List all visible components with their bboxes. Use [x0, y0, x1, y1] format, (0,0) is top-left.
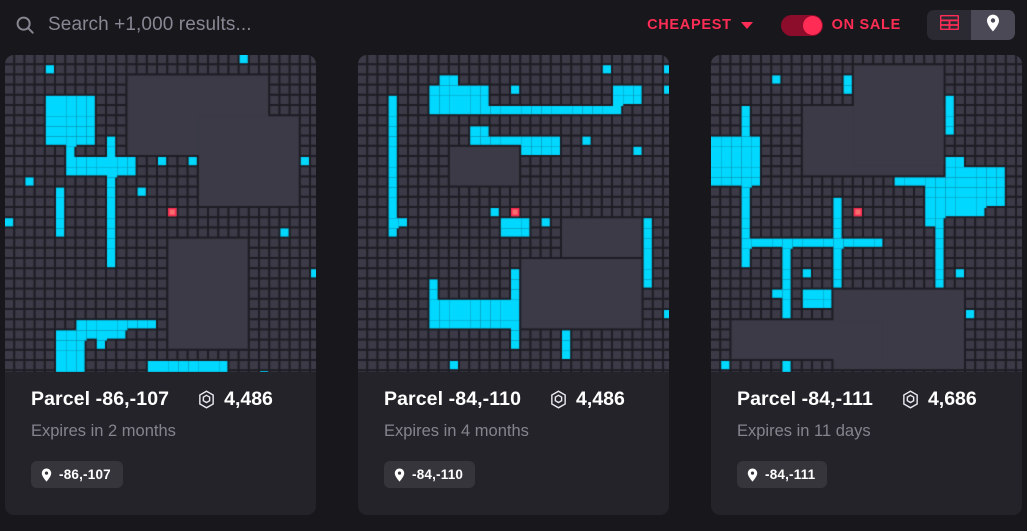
- parcel-title: Parcel -84,-110: [384, 388, 522, 410]
- parcel-price: 4,486: [549, 388, 625, 411]
- map-pin-icon: [41, 468, 52, 482]
- parcel-expiry: Expires in 4 months: [384, 422, 529, 440]
- parcel-expiry: Expires in 11 days: [737, 422, 871, 440]
- on-sale-toggle[interactable]: ON SALE: [780, 14, 901, 36]
- mana-icon: [549, 390, 568, 409]
- parcel-map-thumbnail[interactable]: [358, 55, 669, 372]
- map-canvas: [5, 55, 316, 372]
- parcel-card[interactable]: Parcel -84,-111 4,686 Expires in 11 days: [711, 55, 1022, 515]
- view-mode-toggle: [927, 10, 1015, 40]
- parcel-card-body: Parcel -84,-110 4,486 Expires in 4 month…: [358, 372, 669, 515]
- parcel-coordinates-chip[interactable]: -84,-111: [737, 461, 828, 488]
- switch-knob: [802, 15, 822, 35]
- sort-dropdown-label: CHEAPEST: [647, 17, 732, 33]
- parcel-coordinates-text: -86,-107: [59, 467, 111, 482]
- on-sale-switch[interactable]: [780, 14, 823, 36]
- search-bar[interactable]: [0, 0, 647, 50]
- toolbar-controls: CHEAPEST ON SALE: [647, 0, 1027, 50]
- parcel-title-row: Parcel -84,-110 4,486: [384, 388, 643, 411]
- parcel-coordinates-text: -84,-111: [765, 467, 816, 482]
- top-toolbar: CHEAPEST ON SALE: [0, 0, 1027, 50]
- parcel-title: Parcel -84,-111: [737, 388, 873, 410]
- grid-view-button[interactable]: [927, 10, 971, 40]
- parcel-card-body: Parcel -86,-107 4,486 Expires in 2 month…: [5, 372, 316, 515]
- map-pin-icon: [747, 468, 758, 482]
- map-pin-icon: [986, 14, 1000, 37]
- parcel-map-thumbnail[interactable]: [711, 55, 1022, 372]
- grid-icon: [939, 14, 959, 35]
- on-sale-label: ON SALE: [831, 17, 901, 33]
- parcel-card-list: Parcel -86,-107 4,486 Expires in 2 month…: [5, 55, 1022, 515]
- parcel-title-row: Parcel -84,-111 4,686: [737, 388, 996, 411]
- mana-icon: [197, 390, 216, 409]
- parcel-title-row: Parcel -86,-107 4,486: [31, 388, 290, 411]
- parcel-coordinates-text: -84,-110: [412, 467, 464, 482]
- search-input[interactable]: [48, 14, 588, 36]
- map-canvas: [358, 55, 669, 372]
- sort-dropdown[interactable]: CHEAPEST: [647, 17, 753, 33]
- search-icon: [14, 14, 48, 36]
- map-view-button[interactable]: [971, 10, 1015, 40]
- parcel-price: 4,486: [197, 388, 273, 411]
- parcel-card[interactable]: Parcel -86,-107 4,486 Expires in 2 month…: [5, 55, 316, 515]
- map-canvas: [711, 55, 1022, 372]
- chevron-down-icon: [740, 21, 753, 29]
- parcel-coordinates-chip[interactable]: -84,-110: [384, 461, 476, 488]
- parcel-title: Parcel -86,-107: [31, 388, 170, 410]
- parcel-price-value: 4,486: [576, 388, 625, 410]
- parcel-price-value: 4,686: [927, 388, 977, 410]
- parcel-card[interactable]: Parcel -84,-110 4,486 Expires in 4 month…: [358, 55, 669, 515]
- parcel-expiry: Expires in 2 months: [31, 422, 176, 440]
- parcel-price-value: 4,486: [224, 388, 273, 410]
- parcel-price: 4,686: [901, 388, 977, 411]
- parcel-card-body: Parcel -84,-111 4,686 Expires in 11 days: [711, 372, 1022, 515]
- mana-icon: [901, 390, 920, 409]
- parcel-map-thumbnail[interactable]: [5, 55, 316, 372]
- map-pin-icon: [394, 468, 405, 482]
- parcel-coordinates-chip[interactable]: -86,-107: [31, 461, 123, 488]
